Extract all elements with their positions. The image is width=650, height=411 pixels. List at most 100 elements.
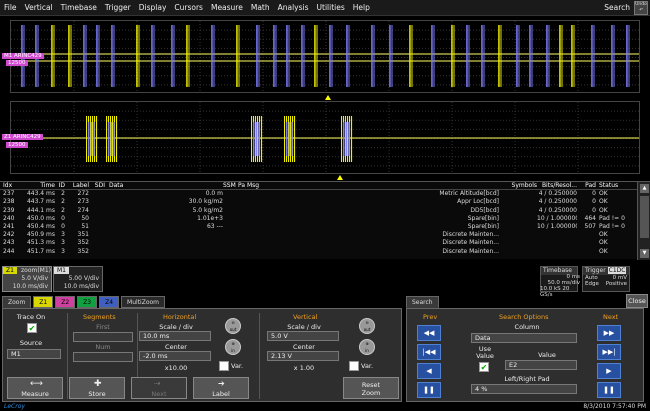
prev-button[interactable]: ◀ — [417, 363, 441, 379]
menu-vertical[interactable]: Vertical — [21, 3, 57, 12]
prev-item-button[interactable]: |◀◀ — [417, 344, 441, 360]
reset-zoom-button[interactable]: Reset Zoom — [343, 377, 399, 399]
source-select[interactable]: M1 — [7, 349, 61, 359]
z1-trace-badge: 12500 — [6, 142, 28, 148]
undo-button[interactable]: Undo ↶ — [634, 0, 648, 15]
close-button[interactable]: Close — [626, 294, 648, 308]
h-zoom-in-button[interactable]: ⊕ in — [225, 339, 241, 355]
trigger-descriptor[interactable]: Trigger C1DC Auto 0 mV Edge Positive — [582, 266, 630, 292]
table-row[interactable]: 241 450.4 ms 0 51 63 --- Spare[bin] 10 / 1.000… — [0, 223, 650, 231]
prev-page-button[interactable]: ◀◀ — [417, 325, 441, 341]
tab-z3[interactable]: Z3 — [77, 296, 98, 308]
first-field[interactable] — [73, 332, 133, 342]
table-row[interactable]: 244 451.7 ms 3 352 Discrete Mainten... OK — [0, 248, 650, 256]
table-scrollbar[interactable]: ▲ ▼ — [637, 182, 650, 260]
num-field[interactable] — [73, 352, 133, 362]
v-out-label: out — [363, 327, 371, 332]
menu-measure[interactable]: Measure — [207, 3, 247, 12]
col-data[interactable]: Data — [105, 182, 173, 189]
menu-cursors[interactable]: Cursors — [170, 3, 207, 12]
table-row[interactable]: 240 450.0 ms 0 50 1.01e+3 Spare[bin] 10 / 1.00… — [0, 215, 650, 223]
tab-z2[interactable]: Z2 — [55, 296, 76, 308]
col-idx[interactable]: Idx — [0, 182, 22, 189]
v-zoom-out-button[interactable]: ⊖ out — [359, 318, 375, 334]
table-row[interactable]: 243 451.3 ms 3 352 Discrete Mainten... OK — [0, 239, 650, 247]
scroll-down-icon[interactable]: ▼ — [640, 249, 649, 258]
col-id[interactable]: ID — [55, 182, 65, 189]
column-select[interactable]: Data — [471, 333, 577, 343]
value-field[interactable]: E2 — [505, 360, 577, 370]
tab-search[interactable]: Search — [406, 296, 439, 308]
m1-descriptor[interactable]: M1 5.00 V/div 10.0 ms/div — [53, 266, 103, 292]
z1-trace-label[interactable]: Z1 ARINC429 — [2, 134, 43, 140]
tab-z4[interactable]: Z4 — [99, 296, 120, 308]
col-pad[interactable]: Pad — [577, 182, 596, 189]
col-symbols[interactable]: Symbols — [499, 182, 537, 189]
v-scale-field[interactable]: 5.0 V — [267, 331, 339, 341]
table-row[interactable]: 239 444.1 ms 2 274 5.0 kg/m2 DD5[bcd] 4 / 0.25… — [0, 207, 650, 215]
table-row[interactable]: 242 450.9 ms 3 351 Discrete Mainten... OK — [0, 231, 650, 239]
menu-timebase[interactable]: Timebase — [57, 3, 101, 12]
menu-utilities[interactable]: Utilities — [313, 3, 349, 12]
menu-search[interactable]: Search — [604, 3, 630, 12]
trace-grid-m1[interactable] — [10, 20, 640, 93]
table-row[interactable]: 237 443.4 ms 2 272 0.0 m Metric Altitude[bcd]… — [0, 190, 650, 198]
cell-bits: 4 / 0.250000 — [538, 198, 577, 206]
measure-button[interactable]: ⟷ Measure — [7, 377, 63, 399]
menu-trigger[interactable]: Trigger — [101, 3, 135, 12]
v-center-field[interactable]: 2.13 V — [267, 351, 339, 361]
tab-multizoom[interactable]: MultiZoom — [121, 296, 166, 308]
menu-help[interactable]: Help — [349, 3, 374, 12]
col-status[interactable]: Status — [596, 182, 636, 189]
col-ssm[interactable]: SSM — [223, 182, 238, 189]
cell-dval: 5.0 kg/m2 — [192, 206, 223, 214]
cell-sdi — [89, 248, 105, 256]
col-time[interactable]: Time — [22, 182, 55, 189]
menu-analysis[interactable]: Analysis — [274, 3, 313, 12]
measure-label: Measure — [21, 390, 49, 398]
col-label[interactable]: Label — [65, 182, 89, 189]
z1-descriptor[interactable]: Z1 zoom(M1) 5.0 V/div 10.0 ms/div — [2, 266, 52, 292]
v-var-label: Var. — [361, 362, 374, 370]
next-page-button[interactable]: ▶▶ — [597, 325, 621, 341]
h-center-label: Center — [165, 343, 187, 351]
datetime: 8/3/2010 7:57:40 PM — [583, 403, 646, 410]
next-button[interactable]: ⇢ Next — [131, 377, 187, 399]
menu-math[interactable]: Math — [247, 3, 274, 12]
label-button[interactable]: ➔ Label — [193, 377, 249, 399]
menu-display[interactable]: Display — [135, 3, 171, 12]
cell-sym — [499, 190, 537, 198]
col-bits[interactable]: Bits/Resol... — [537, 182, 577, 189]
store-button[interactable]: ✚ Store — [69, 377, 125, 399]
prev-pause-button[interactable]: ❚❚ — [417, 382, 441, 398]
tab-zoom[interactable]: Zoom — [2, 296, 32, 308]
tab-z1[interactable]: Z1 — [33, 296, 54, 308]
scroll-thumb[interactable] — [640, 196, 649, 238]
cell-label: 352 — [77, 239, 89, 247]
trigger-marker-bottom — [337, 175, 343, 180]
next-item-button[interactable]: ▶▶| — [597, 344, 621, 360]
next-pause-button[interactable]: ❚❚ — [597, 382, 621, 398]
h-in-label: in — [231, 348, 235, 353]
trace-on-checkbox[interactable]: ✔ — [27, 323, 37, 333]
cell-time: 450.0 ms — [26, 214, 55, 222]
scroll-up-icon[interactable]: ▲ — [640, 184, 649, 193]
h-center-field[interactable]: -2.0 ms — [139, 351, 211, 361]
trace-grid-z1[interactable] — [10, 101, 640, 174]
col-pa[interactable]: Pa — [238, 182, 247, 189]
h-var-checkbox[interactable] — [219, 361, 229, 371]
lr-pad-field[interactable]: 4 % — [471, 384, 577, 394]
table-row[interactable]: 238 443.7 ms 2 273 30.0 kg/m2 Appr Loc[bcd] 4 … — [0, 198, 650, 206]
col-sdi[interactable]: SDI — [89, 182, 105, 189]
v-var-checkbox[interactable] — [349, 361, 359, 371]
menu-file[interactable]: File — [0, 3, 21, 12]
next-search-button[interactable]: ▶ — [597, 363, 621, 379]
h-zoom-out-button[interactable]: ⊖ out — [225, 318, 241, 334]
col-msg[interactable]: Msg — [247, 182, 499, 189]
use-value-checkbox[interactable]: ✔ — [479, 362, 489, 372]
z1-tdiv: 10.0 ms/div — [12, 283, 48, 290]
h-scale-field[interactable]: 10.0 ms — [139, 331, 211, 341]
v-zoom-in-button[interactable]: ⊕ in — [359, 339, 375, 355]
m1-trace-label[interactable]: M1 ARINC429 — [2, 53, 44, 59]
next-title: Next — [603, 313, 619, 321]
